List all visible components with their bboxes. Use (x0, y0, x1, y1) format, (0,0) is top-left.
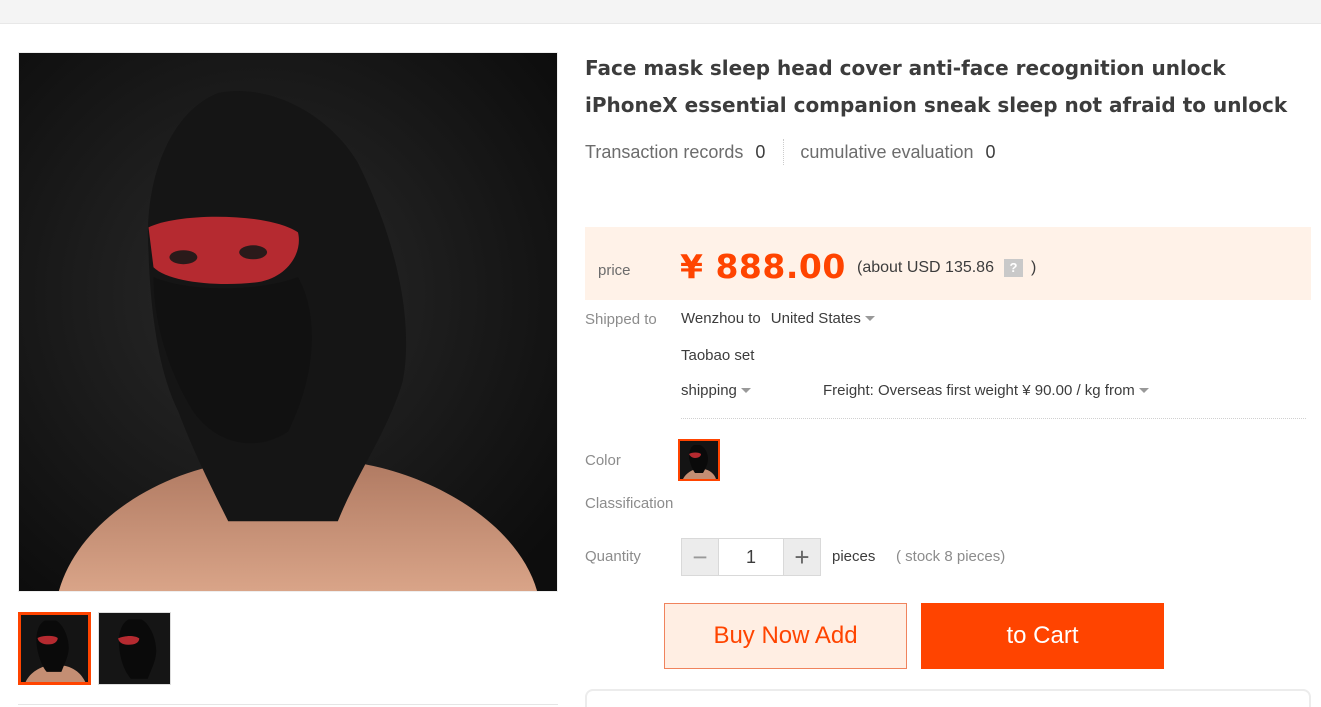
shipped-to-label: Shipped to (585, 311, 657, 328)
caret-down-icon (740, 388, 751, 393)
buy-now-button[interactable]: Buy Now Add (664, 603, 907, 669)
shipping-method-text: shipping (681, 382, 737, 399)
question-icon[interactable]: ? (1003, 259, 1023, 277)
quantity-unit: pieces (832, 548, 876, 565)
ship-from-text: Wenzhou to (681, 310, 761, 327)
minus-icon[interactable]: − (682, 539, 718, 575)
caret-down-icon (864, 316, 875, 321)
thumbnail-2[interactable] (98, 612, 171, 685)
cumulative-evaluation-label[interactable]: cumulative evaluation (800, 142, 973, 163)
add-to-cart-button[interactable]: to Cart (921, 603, 1164, 669)
freight-select[interactable]: Freight: Overseas first weight ¥ 90.00 /… (823, 382, 1149, 399)
gallery-divider (18, 704, 558, 705)
quantity-input[interactable] (718, 539, 784, 575)
price-value: ¥ 888.00 (680, 247, 846, 286)
quantity-label: Quantity (585, 548, 641, 565)
shipping-divider (681, 418, 1306, 419)
product-stats: Transaction records 0 cumulative evaluat… (585, 139, 996, 165)
price-label: price (598, 262, 631, 279)
stats-separator (783, 139, 785, 165)
product-title: Face mask sleep head cover anti-face rec… (585, 56, 1288, 117)
top-bar (0, 0, 1321, 24)
freight-text: Freight: Overseas first weight ¥ 90.00 /… (823, 382, 1135, 399)
price-panel: price ¥ 888.00 (about USD 135.86 ? ) (585, 227, 1311, 300)
price-usd: (about USD 135.86 ? ) (857, 259, 1036, 277)
thumbnail-strip (18, 612, 171, 685)
bottom-panel (585, 689, 1311, 707)
usd-price-close: ) (1030, 259, 1037, 276)
shipping-route: Wenzhou to United States (681, 310, 875, 327)
usd-price-text: (about USD 135.86 (857, 259, 994, 276)
plus-icon[interactable]: + (784, 539, 820, 575)
transaction-records-count: 0 (755, 141, 766, 162)
taobao-set-text: Taobao set (681, 347, 755, 364)
cumulative-evaluation-count: 0 (985, 141, 996, 162)
color-option-swatch[interactable] (678, 439, 720, 481)
stock-text: ( stock 8 pieces) (896, 548, 1006, 565)
main-product-image (18, 52, 558, 592)
destination-text: United States (770, 310, 861, 327)
color-label: Color (585, 452, 621, 469)
caret-down-icon (1138, 388, 1149, 393)
quantity-stepper: − + (681, 538, 821, 576)
thumbnail-1[interactable] (18, 612, 91, 685)
shipping-method-select[interactable]: shipping (681, 382, 751, 399)
classification-label: Classification (585, 495, 674, 512)
transaction-records-label: Transaction records (585, 141, 744, 162)
destination-select[interactable]: United States (771, 310, 875, 327)
